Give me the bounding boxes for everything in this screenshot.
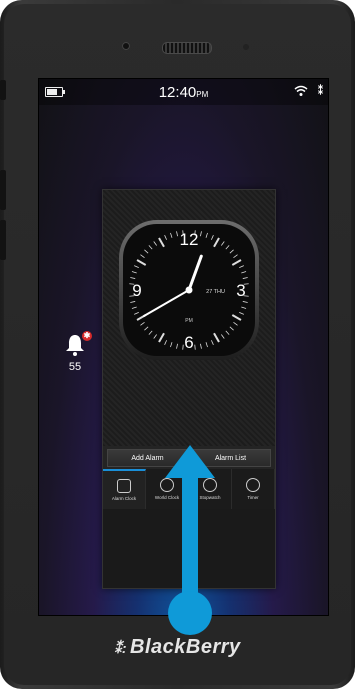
touch-point <box>168 591 212 635</box>
brand-logo: ⁑: BlackBerry <box>0 636 355 659</box>
brand-name: BlackBerry <box>130 636 241 658</box>
blackberry-logo-icon: ⁑: <box>114 640 128 656</box>
swipe-up-arrow-icon <box>165 445 215 635</box>
arrow-head <box>165 445 215 478</box>
phone-frame: 12:40PM ⁑ ✱ 55 12 3 6 9 27 THU PM Add Al… <box>0 0 355 689</box>
